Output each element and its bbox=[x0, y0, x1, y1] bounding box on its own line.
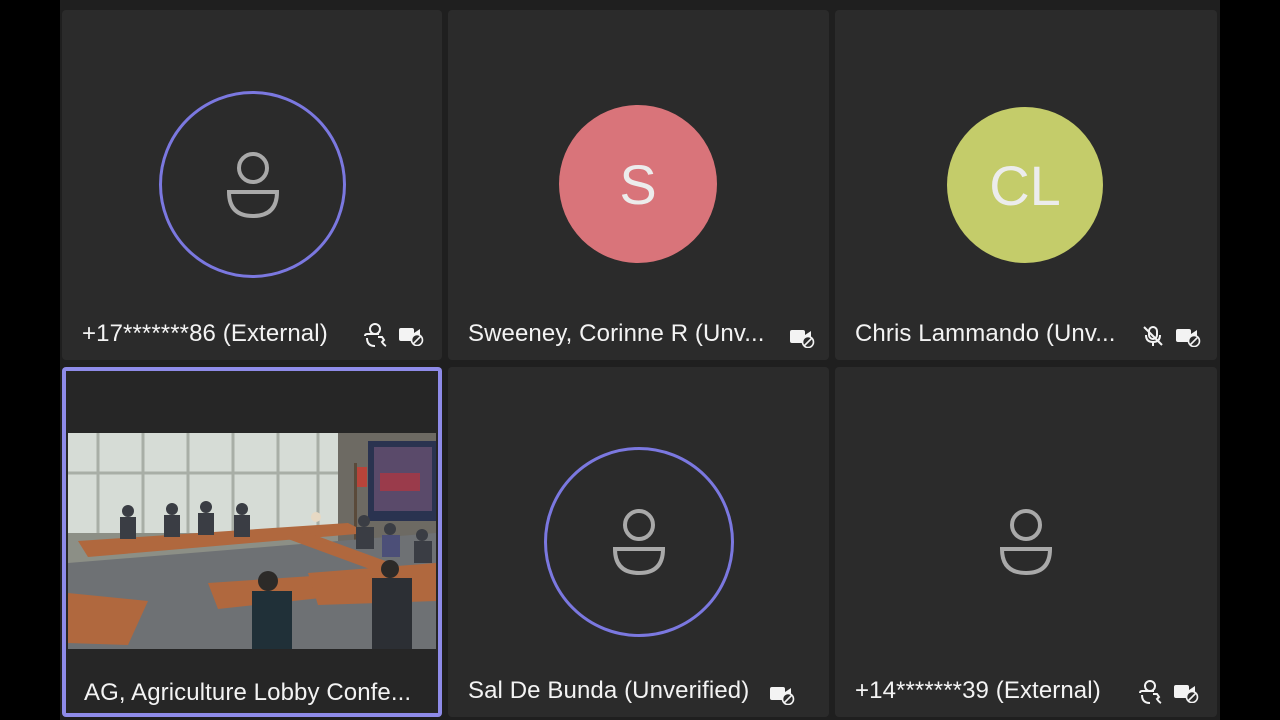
person-icon bbox=[612, 509, 666, 576]
avatar-initials: S bbox=[619, 152, 657, 216]
participant-tile[interactable]: +17*******86 (External) bbox=[62, 10, 442, 360]
participant-name: +17*******86 (External) bbox=[82, 320, 328, 347]
participant-tile[interactable]: +14*******39 (External) bbox=[835, 367, 1217, 717]
status-icons bbox=[789, 326, 815, 348]
participant-tile-video[interactable]: AG, Agriculture Lobby Confe... bbox=[62, 367, 442, 717]
speaking-ring bbox=[544, 447, 734, 637]
video-off-icon bbox=[399, 328, 424, 346]
status-icons bbox=[769, 683, 795, 705]
participant-name: Sweeney, Corinne R (Unv... bbox=[468, 320, 765, 347]
status-icons bbox=[1137, 679, 1199, 705]
video-off-icon bbox=[790, 330, 815, 348]
avatar: CL bbox=[947, 107, 1103, 263]
video-off-icon bbox=[1176, 329, 1201, 347]
status-icons bbox=[1141, 324, 1201, 348]
mic-muted-icon bbox=[1143, 326, 1163, 346]
phone-person-icon bbox=[364, 323, 387, 347]
video-off-icon bbox=[1174, 685, 1199, 703]
participant-name: Sal De Bunda (Unverified) bbox=[468, 677, 750, 704]
avatar-initials: CL bbox=[989, 153, 1061, 217]
video-feed bbox=[68, 433, 436, 649]
participant-name: Chris Lammando (Unv... bbox=[855, 320, 1116, 347]
participant-name: +14*******39 (External) bbox=[855, 677, 1101, 704]
status-icons bbox=[362, 322, 424, 348]
participant-name: AG, Agriculture Lobby Confe... bbox=[84, 679, 412, 706]
speaking-ring bbox=[159, 91, 346, 278]
conference-room-video bbox=[68, 433, 436, 649]
avatar: S bbox=[559, 105, 717, 263]
avatar bbox=[931, 447, 1121, 637]
person-icon bbox=[999, 509, 1053, 576]
participant-tile[interactable]: CL Chris Lammando (Unv... bbox=[835, 10, 1217, 360]
person-icon bbox=[226, 151, 279, 218]
video-off-icon bbox=[770, 687, 795, 705]
participant-tile[interactable]: S Sweeney, Corinne R (Unv... bbox=[448, 10, 829, 360]
participant-tile[interactable]: Sal De Bunda (Unverified) bbox=[448, 367, 829, 717]
phone-person-icon bbox=[1139, 680, 1162, 704]
